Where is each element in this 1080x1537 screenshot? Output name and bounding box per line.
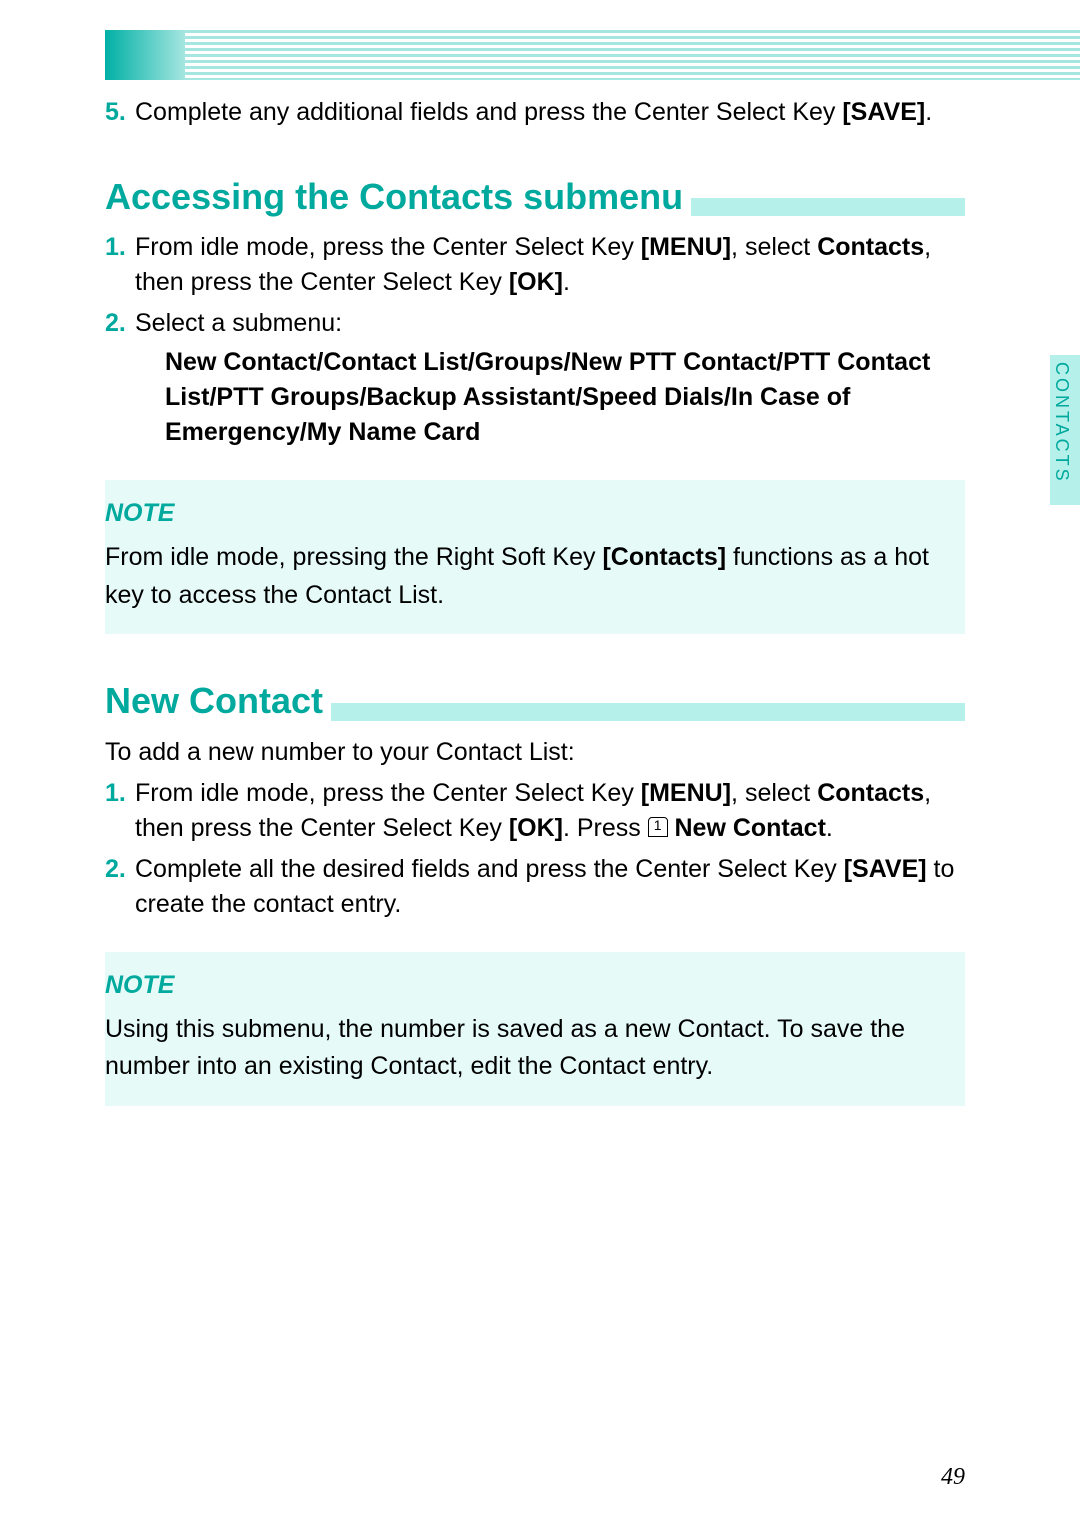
note-box-1: NOTE From idle mode, pressing the Right …	[105, 480, 965, 634]
h2-step-1: 1. From idle mode, press the Center Sele…	[105, 776, 965, 846]
text: From idle mode, press the Center Select …	[135, 233, 641, 261]
note-box-2: NOTE Using this submenu, the number is s…	[105, 952, 965, 1106]
step-text-after: .	[925, 98, 932, 126]
heading-bar	[691, 198, 965, 216]
save-key-label: [SAVE]	[842, 98, 925, 126]
note-body: From idle mode, pressing the Right Soft …	[105, 539, 945, 614]
step-number: 1.	[105, 776, 126, 811]
new-contact-label: New Contact	[674, 814, 825, 842]
text: .	[826, 814, 833, 842]
text: Select a submenu:	[135, 309, 342, 337]
contacts-softkey-label: [Contacts]	[602, 543, 726, 571]
page-number: 49	[941, 1461, 965, 1495]
save-key-label: [SAVE]	[844, 855, 927, 883]
step-number: 5.	[105, 95, 126, 130]
step-number: 2.	[105, 306, 126, 341]
submenu-options: New Contact/Contact List/Groups/New PTT …	[135, 345, 965, 450]
step-number: 2.	[105, 852, 126, 887]
ok-key-label: [OK]	[509, 814, 563, 842]
contacts-label: Contacts	[817, 233, 924, 261]
text: .	[563, 268, 570, 296]
h1-step-1: 1. From idle mode, press the Center Sele…	[105, 230, 965, 300]
h2-step-2: 2. Complete all the desired fields and p…	[105, 852, 965, 922]
menu-key-label: [MENU]	[641, 779, 731, 807]
h1-step-2: 2. Select a submenu: New Contact/Contact…	[105, 306, 965, 450]
step-text: Complete any additional fields and press…	[135, 98, 842, 126]
key-1-icon: 1	[648, 817, 668, 836]
note-label: NOTE	[105, 496, 945, 531]
text: , select	[731, 233, 817, 261]
h2-intro: To add a new number to your Contact List…	[105, 735, 965, 770]
text: From idle mode, press the Center Select …	[135, 779, 641, 807]
step-number: 1.	[105, 230, 126, 265]
contacts-label: Contacts	[817, 779, 924, 807]
header-stripes	[105, 30, 1080, 80]
heading-text: New Contact	[105, 676, 323, 726]
heading-new-contact: New Contact	[105, 676, 965, 726]
text: , select	[731, 779, 817, 807]
heading-bar	[331, 703, 965, 721]
note-label: NOTE	[105, 968, 945, 1003]
text: From idle mode, pressing the Right Soft …	[105, 543, 602, 571]
ok-key-label: [OK]	[509, 268, 563, 296]
heading-accessing-contacts: Accessing the Contacts submenu	[105, 172, 965, 222]
text: . Press	[563, 814, 648, 842]
text: Complete all the desired fields and pres…	[135, 855, 844, 883]
page-content: 5. Complete any additional fields and pr…	[105, 95, 965, 1126]
step-5: 5. Complete any additional fields and pr…	[105, 95, 965, 130]
menu-key-label: [MENU]	[641, 233, 731, 261]
side-tab-label: CONTACTS	[1049, 362, 1074, 484]
heading-text: Accessing the Contacts submenu	[105, 172, 683, 222]
note-body: Using this submenu, the number is saved …	[105, 1011, 945, 1086]
